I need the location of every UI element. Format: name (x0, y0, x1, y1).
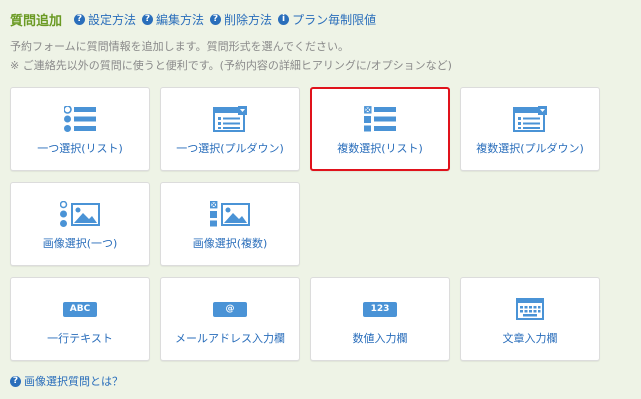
card-label: 文章入力欄 (502, 332, 558, 345)
help-link-editing[interactable]: ? 編集方法 (142, 11, 204, 28)
card-label: 画像選択(複数) (192, 237, 268, 250)
card-textarea-field[interactable]: 文章入力欄 (460, 277, 600, 361)
card-label: メールアドレス入力欄 (175, 332, 285, 345)
card-single-select-list[interactable]: 一つ選択(リスト) (10, 87, 150, 171)
question-icon: ? (74, 14, 86, 25)
card-label: 一つ選択(プルダウン) (176, 142, 284, 155)
help-link-label: プラン毎制限値 (292, 13, 377, 27)
keyboard-icon (461, 296, 599, 322)
help-link-label: 削除方法 (224, 13, 273, 27)
help-link-label: 設定方法 (88, 13, 137, 27)
card-label: 画像選択(一つ) (42, 237, 118, 250)
card-label: 数値入力欄 (352, 332, 408, 345)
card-number-field[interactable]: 123 数値入力欄 (310, 277, 450, 361)
help-link-deleting[interactable]: ? 削除方法 (210, 11, 272, 28)
card-image-select-multiple[interactable]: 画像選択(複数) (160, 182, 300, 266)
image-radio-icon (11, 201, 149, 227)
card-single-select-dropdown[interactable]: 一つ選択(プルダウン) (160, 87, 300, 171)
dropdown-form-icon (461, 106, 599, 132)
description-line-1: 予約フォームに質問情報を追加します。質問形式を選んでください。 (10, 40, 350, 53)
card-image-select-single[interactable]: 画像選択(一つ) (10, 182, 150, 266)
image-checkbox-icon (161, 201, 299, 227)
card-label: 複数選択(プルダウン) (476, 142, 584, 155)
card-multi-select-dropdown[interactable]: 複数選択(プルダウン) (460, 87, 600, 171)
question-icon: ? (142, 14, 154, 25)
checkbox-list-icon (312, 106, 448, 132)
card-label: 一つ選択(リスト) (37, 142, 123, 155)
card-email-field[interactable]: @ メールアドレス入力欄 (160, 277, 300, 361)
card-label: 一行テキスト (47, 332, 113, 345)
card-multi-select-list[interactable]: 複数選択(リスト) (310, 87, 450, 171)
page-title: 質問追加 (10, 14, 63, 29)
footer-link-label: 画像選択質問とは？ (24, 375, 123, 388)
description-line-2: ※ ご連絡先以外の質問に使うと便利です。(予約内容の詳細ヒアリングに/オプション… (10, 59, 452, 72)
card-label: 複数選択(リスト) (337, 142, 423, 155)
number-badge-icon: 123 (363, 301, 397, 317)
radio-list-icon (11, 106, 149, 132)
header: 質問追加 ? 設定方法 ? 編集方法 ? 削除方法 i プラン毎制限値 (10, 10, 382, 29)
image-select-help-link[interactable]: ? 画像選択質問とは？ (10, 373, 123, 389)
abc-badge-icon: ABC (63, 301, 97, 317)
question-icon: ? (10, 375, 21, 387)
at-badge-icon: @ (213, 301, 247, 317)
question-icon: ? (210, 14, 222, 25)
help-link-label: 編集方法 (156, 13, 205, 27)
help-link-plan-limits[interactable]: i プラン毎制限値 (278, 11, 376, 28)
card-single-line-text[interactable]: ABC 一行テキスト (10, 277, 150, 361)
info-icon: i (278, 14, 290, 25)
help-link-settings[interactable]: ? 設定方法 (74, 11, 136, 28)
dropdown-form-icon (161, 106, 299, 132)
